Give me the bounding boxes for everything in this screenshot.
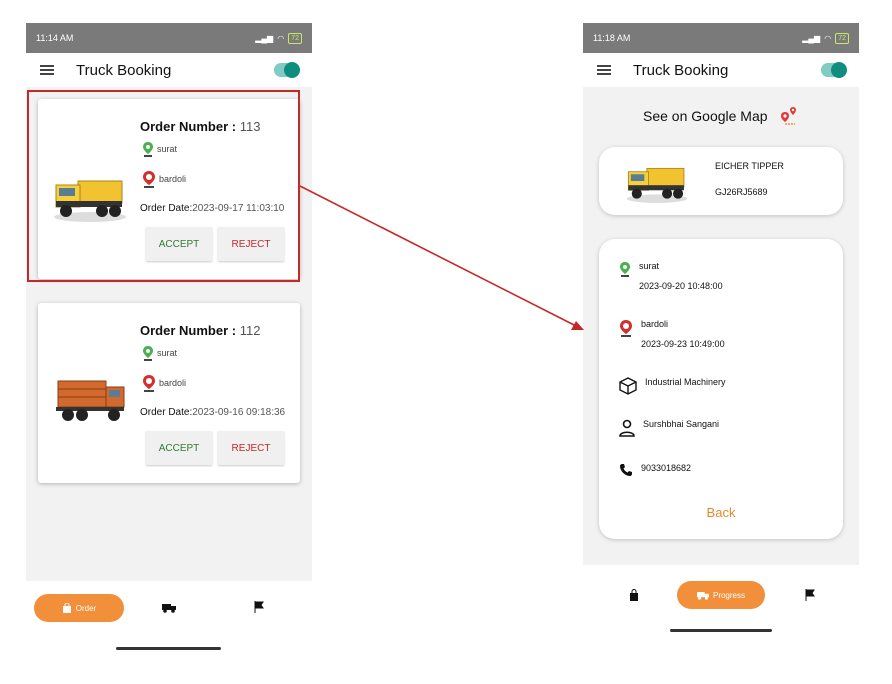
connector-arrow bbox=[299, 185, 584, 330]
